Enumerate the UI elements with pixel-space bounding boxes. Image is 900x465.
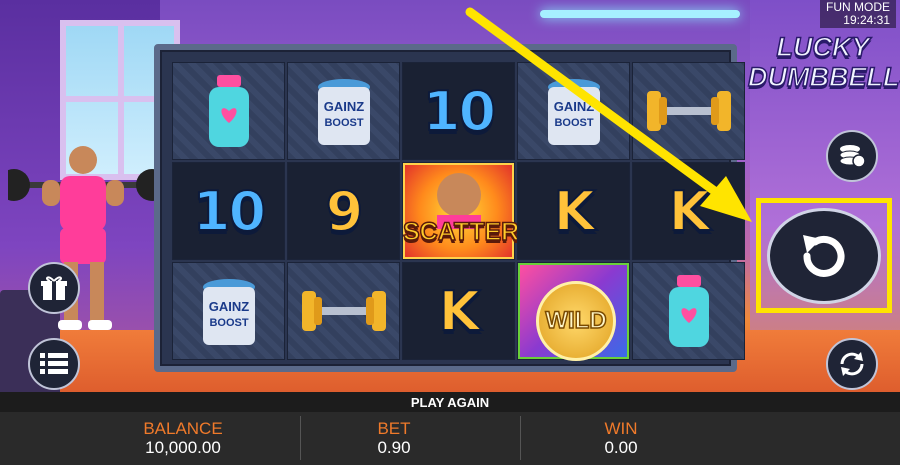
- dumbbell-icon: [301, 291, 386, 331]
- balance-label: BALANCE: [143, 419, 223, 438]
- bottle-icon: [668, 275, 709, 347]
- gainz-boost-can-icon: GAINZ BOOST: [317, 79, 370, 145]
- reel-cell: [632, 262, 745, 360]
- coin-stack-icon: [839, 145, 866, 168]
- strongman-character: [8, 146, 158, 330]
- bet-label: BET: [377, 419, 411, 438]
- symbol-king: K: [668, 179, 712, 244]
- scatter-label: SCATTER: [402, 217, 520, 247]
- can-label-line-2: BOOST: [324, 117, 363, 129]
- can-label-line-1: GAINZ: [208, 299, 249, 314]
- wild-label: WILD: [545, 306, 608, 335]
- reel-cell: [632, 62, 745, 160]
- symbol-king: K: [553, 179, 597, 244]
- reel-cell: 10: [402, 62, 515, 160]
- wild-medal-icon: WILD: [536, 281, 616, 361]
- menu-button[interactable]: [28, 338, 80, 390]
- symbol-king: K: [438, 279, 482, 344]
- can-label-line-1: GAINZ: [323, 99, 364, 114]
- gift-icon: [41, 276, 67, 300]
- reel-frame: GAINZ BOOST 10 GAINZ BOOST 10 9 SCATTER …: [154, 44, 745, 372]
- reel-cell: GAINZ BOOST: [287, 62, 400, 160]
- balance-value: 10,000.00: [145, 438, 221, 457]
- win-stat: WIN 0.00: [521, 420, 721, 458]
- win-label: WIN: [604, 419, 638, 438]
- can-label-line-2: BOOST: [209, 317, 248, 329]
- reel-cell: [172, 62, 285, 160]
- game-logo: LUCKY DUMBBELLS: [747, 31, 900, 93]
- reel-cell: GAINZ BOOST: [517, 62, 630, 160]
- reel-cell: 9: [287, 162, 400, 260]
- fun-mode-indicator: FUN MODE 19:24:31: [820, 0, 896, 28]
- reel-cell: 10: [172, 162, 285, 260]
- play-again-label[interactable]: PLAY AGAIN: [411, 395, 489, 410]
- dumbbell-icon: [646, 91, 731, 131]
- reel-cell: K: [632, 162, 745, 260]
- logo-line-1: LUCKY: [776, 31, 871, 63]
- gainz-boost-can-icon: GAINZ BOOST: [547, 79, 600, 145]
- bottle-icon: [208, 75, 249, 147]
- reel-cell-scatter: SCATTER: [402, 162, 520, 260]
- balance-stat: BALANCE 10,000.00: [83, 420, 283, 458]
- stats-bar: BALANCE 10,000.00 BET 0.90 WIN 0.00: [0, 412, 900, 465]
- logo-line-2: DUMBBELLS: [747, 61, 900, 93]
- clock: 19:24:31: [843, 13, 890, 27]
- symbol-ten: 10: [192, 179, 267, 244]
- win-value: 0.00: [604, 438, 638, 457]
- bet-settings-button[interactable]: [826, 130, 878, 182]
- reel-cell: GAINZ BOOST: [172, 262, 285, 360]
- gainz-boost-can-icon: GAINZ BOOST: [202, 279, 255, 345]
- reel-grid: GAINZ BOOST 10 GAINZ BOOST 10 9 SCATTER …: [172, 62, 745, 361]
- can-label-line-2: BOOST: [554, 117, 593, 129]
- autoplay-icon: [840, 352, 864, 376]
- bet-value: 0.90: [377, 438, 411, 457]
- reel-cell: K: [402, 262, 515, 360]
- gift-button[interactable]: [28, 262, 80, 314]
- bet-stat[interactable]: BET 0.90: [294, 420, 494, 458]
- symbol-nine: 9: [325, 179, 365, 244]
- ceiling-light: [540, 10, 740, 18]
- can-label-line-1: GAINZ: [553, 99, 594, 114]
- reel-cell: K: [517, 162, 630, 260]
- play-again-bar[interactable]: PLAY AGAIN: [0, 392, 900, 412]
- symbol-ten: 10: [422, 79, 497, 144]
- replay-button-highlight: [756, 198, 892, 313]
- menu-icon: [40, 353, 68, 374]
- reel-cell: [287, 262, 400, 360]
- autoplay-button[interactable]: [826, 338, 878, 390]
- reel-cell-wild: WILD: [517, 262, 630, 361]
